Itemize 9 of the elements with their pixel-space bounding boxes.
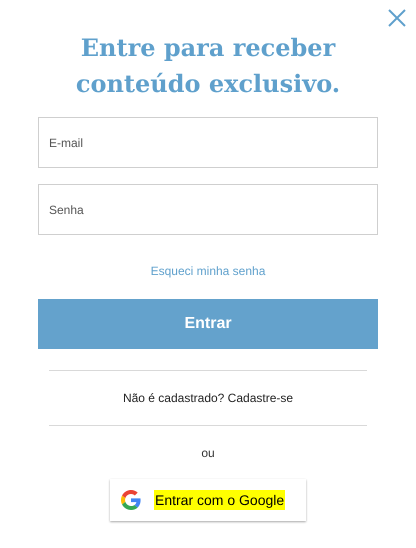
separator-text: ou <box>201 445 215 462</box>
input-field[interactable]: E-mail <box>38 117 378 168</box>
heading: Entre para receber conteúdo exclusivo. <box>74 32 342 100</box>
input-field[interactable]: Senha <box>38 184 378 235</box>
close-icon <box>387 8 407 28</box>
google-signin-button[interactable]: Entrar com o Google <box>110 479 306 521</box>
signup-link[interactable]: Não é cadastrado? Cadastre-se <box>122 389 294 407</box>
google-g-icon <box>121 490 141 510</box>
close-button[interactable] <box>386 7 408 29</box>
